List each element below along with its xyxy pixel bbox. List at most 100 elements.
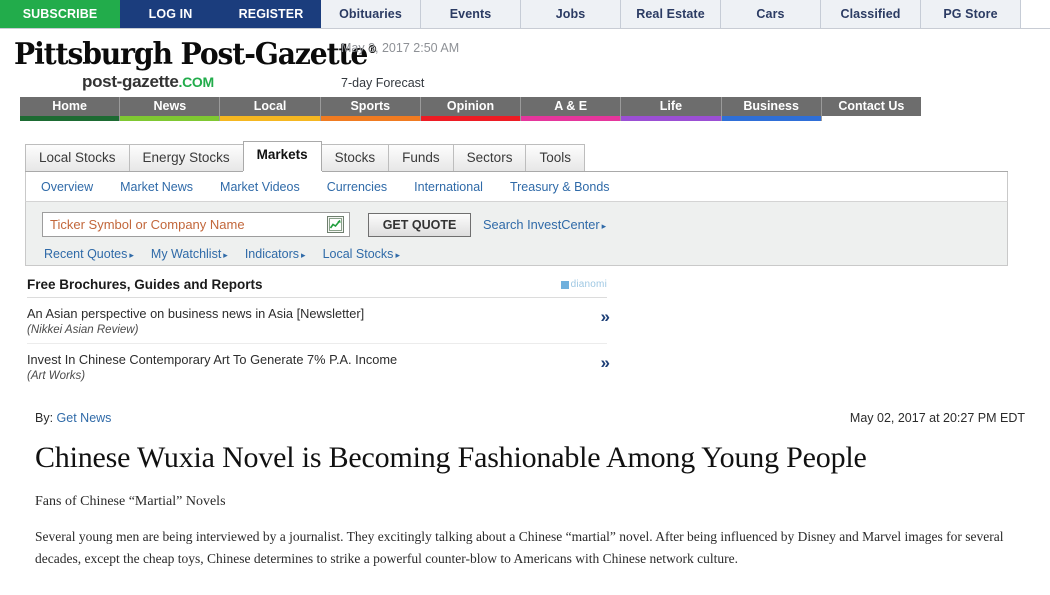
main-nav: Home News Local Sports Opinion A & E Lif… (20, 97, 921, 121)
main-nav-local[interactable]: Local (220, 97, 321, 121)
quick-link-local-stocks[interactable]: Local Stocks ▸ (323, 247, 400, 261)
quick-link-label: Local Stocks (322, 247, 394, 261)
utility-nav-label: Classified (840, 7, 901, 21)
stock-widget-tabs: Local Stocks Energy Stocks Markets Stock… (25, 141, 1009, 172)
brochure-source: (Nikkei Asian Review) (27, 324, 139, 336)
site-logo[interactable]: Pittsburgh Post-Gazette® post-gazette.CO… (14, 32, 378, 92)
chart-icon[interactable] (327, 216, 344, 233)
utility-nav-subscribe[interactable]: SUBSCRIBE (0, 0, 120, 28)
main-nav-underline (621, 116, 721, 121)
tab-tools[interactable]: Tools (525, 144, 585, 171)
main-nav-label: Opinion (446, 99, 495, 113)
article-byline: By: Get News (35, 411, 111, 425)
main-nav-underline (721, 116, 821, 121)
utility-nav-label: Obituaries (339, 7, 402, 21)
utility-nav-jobs[interactable]: Jobs (521, 0, 621, 28)
search-input[interactable] (50, 214, 322, 235)
main-nav-underline (420, 116, 521, 121)
utility-nav-cars[interactable]: Cars (721, 0, 821, 28)
search-investcenter-link[interactable]: Search InvestCenter ▸ (483, 217, 606, 232)
tab-energy-stocks[interactable]: Energy Stocks (128, 144, 244, 171)
subnav-international[interactable]: International (414, 180, 483, 194)
brochures-section: Free Brochures, Guides and Reports diano… (27, 277, 611, 389)
main-nav-label: Life (659, 99, 683, 113)
page-title: Chinese Wuxia Novel is Becoming Fashiona… (35, 441, 867, 474)
site-logo-domain: post-gazette.COM (82, 72, 314, 92)
article-author-link[interactable]: Get News (57, 411, 112, 425)
quick-link-recent-quotes[interactable]: Recent Quotes ▸ (44, 247, 134, 261)
subnav-market-videos[interactable]: Market Videos (220, 180, 300, 194)
dianomi-logo: dianomi (560, 279, 607, 290)
main-nav-label: A & E (554, 99, 588, 113)
tab-stocks[interactable]: Stocks (320, 144, 390, 171)
dianomi-label: dianomi (570, 279, 607, 290)
quick-link-label: Recent Quotes (44, 247, 128, 261)
quote-search-row: GET QUOTE Search InvestCenter▸ (42, 212, 1007, 237)
subnav-overview[interactable]: Overview (41, 180, 93, 194)
caret-right-icon: ▸ (301, 250, 306, 260)
main-nav-contact-us[interactable]: Contact Us (821, 97, 921, 121)
main-nav-underline (120, 116, 220, 121)
list-item[interactable]: Invest In Chinese Contemporary Art To Ge… (27, 344, 611, 389)
quick-link-indicators[interactable]: Indicators ▸ (245, 247, 306, 261)
caret-right-icon: ▸ (223, 250, 228, 260)
tabstrip-filler (584, 144, 1009, 171)
main-nav-opinion[interactable]: Opinion (420, 97, 522, 121)
main-nav-label: Contact Us (838, 99, 905, 113)
utility-nav-pg-store[interactable]: PG Store (921, 0, 1021, 28)
utility-nav-label: Real Estate (636, 7, 705, 21)
main-nav-home[interactable]: Home (20, 97, 121, 121)
caret-right-icon: ▸ (601, 221, 607, 231)
chevron-double-right-icon[interactable]: » (601, 307, 611, 327)
quote-search-bar: GET QUOTE Search InvestCenter▸ Recent Qu… (25, 202, 1008, 266)
subnav-market-news[interactable]: Market News (120, 180, 193, 194)
utility-nav-register[interactable]: REGISTER (221, 0, 321, 28)
quick-link-label: My Watchlist (150, 247, 222, 261)
tab-funds[interactable]: Funds (388, 144, 454, 171)
utility-nav-obituaries[interactable]: Obituaries (321, 0, 421, 28)
article-paragraph: Several young men are being interviewed … (35, 529, 1004, 566)
article-subhead: Fans of Chinese “Martial” Novels (35, 494, 226, 509)
quick-link-my-watchlist[interactable]: My Watchlist ▸ (151, 247, 228, 261)
tab-markets[interactable]: Markets (242, 141, 322, 171)
utility-nav-login[interactable]: LOG IN (120, 0, 221, 28)
main-nav-news[interactable]: News (120, 97, 221, 121)
stock-widget-subnav: Overview Market News Market Videos Curre… (25, 172, 1008, 202)
stock-widget: Local Stocks Energy Stocks Markets Stock… (25, 141, 1009, 266)
subnav-treasury-bonds[interactable]: Treasury & Bonds (510, 180, 610, 194)
main-nav-underline (521, 116, 621, 121)
get-quote-button[interactable]: GET QUOTE (368, 212, 471, 237)
main-nav-business[interactable]: Business (721, 97, 822, 121)
tab-sectors[interactable]: Sectors (452, 144, 527, 171)
utility-nav-label: REGISTER (238, 7, 304, 21)
utility-nav-label: SUBSCRIBE (22, 7, 98, 21)
main-nav-sports[interactable]: Sports (320, 97, 421, 121)
main-nav-underline (821, 116, 921, 121)
subnav-currencies[interactable]: Currencies (327, 180, 387, 194)
main-nav-underline (220, 116, 320, 121)
main-nav-label: Sports (350, 99, 391, 113)
main-nav-underline (320, 116, 420, 121)
chevron-double-right-icon[interactable]: » (601, 353, 611, 373)
utility-nav-real-estate[interactable]: Real Estate (621, 0, 721, 28)
main-nav-arts-entertainment[interactable]: A & E (521, 97, 622, 121)
article: By: Get News May 02, 2017 at 20:27 PM ED… (35, 411, 1025, 570)
brochures-title: Free Brochures, Guides and Reports (27, 277, 263, 292)
main-nav-label: News (153, 99, 187, 113)
brochures-header: Free Brochures, Guides and Reports diano… (27, 277, 607, 298)
utility-nav-events[interactable]: Events (421, 0, 521, 28)
forecast-link[interactable]: 7-day Forecast (341, 76, 424, 90)
utility-nav-label: Jobs (555, 7, 586, 21)
tab-local-stocks[interactable]: Local Stocks (25, 144, 130, 171)
utility-nav-classified[interactable]: Classified (821, 0, 921, 28)
caret-right-icon: ▸ (129, 250, 134, 260)
list-item[interactable]: An Asian perspective on business news in… (27, 298, 611, 344)
utility-nav-spacer (1021, 0, 1050, 28)
byline-prefix: By: (35, 411, 54, 425)
ticker-search-field[interactable] (42, 212, 350, 237)
masthead-datetime: May 3, 2017 2:50 AM (341, 41, 460, 55)
caret-right-icon: ▸ (395, 250, 400, 260)
main-nav-life[interactable]: Life (621, 97, 722, 121)
brochure-title: Invest In Chinese Contemporary Art To Ge… (27, 352, 398, 367)
main-nav-label: Home (52, 99, 87, 113)
